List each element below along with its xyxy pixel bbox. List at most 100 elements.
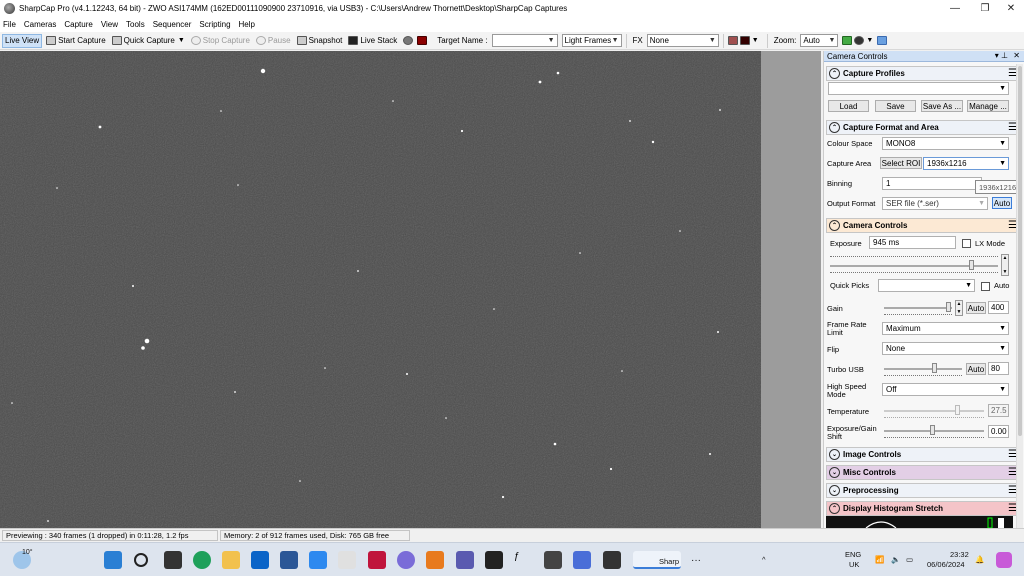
menu-tools[interactable]: Tools (126, 20, 145, 29)
app-graph-icon[interactable] (485, 551, 503, 569)
wifi-icon[interactable]: 📶 (875, 555, 884, 564)
load-profile-button[interactable]: Load (828, 100, 869, 112)
expand-icon[interactable]: ⌄ (829, 485, 840, 496)
polar-align-icon[interactable] (877, 36, 888, 45)
copilot-icon[interactable] (996, 552, 1012, 568)
edge-icon[interactable] (193, 551, 211, 569)
app-formula-icon[interactable]: ƒ (514, 551, 532, 569)
live-preview-image[interactable] (0, 51, 761, 528)
chevron-down-icon[interactable]: ▼ (178, 37, 185, 44)
clock-time[interactable]: 23:32 (950, 550, 969, 559)
frame-rate-limit-select[interactable]: Maximum ▼ (882, 322, 1009, 335)
clock-date[interactable]: 06/06/2024 (927, 560, 965, 569)
output-format-select[interactable]: SER file (*.ser) ▼ (882, 197, 988, 210)
exposure-gain-shift-slider-thumb[interactable] (930, 425, 935, 435)
quick-picks-auto-checkbox[interactable] (981, 282, 990, 291)
binning-select[interactable]: 1 (882, 177, 982, 190)
start-capture-button[interactable]: Start Capture (44, 34, 108, 48)
volume-icon[interactable]: 🔈 (891, 555, 900, 564)
language-bottom[interactable]: UK (849, 560, 859, 569)
collapse-icon[interactable]: ⌃ (829, 68, 840, 79)
section-image-controls[interactable]: ⌄ Image Controls ☰ (826, 447, 1021, 462)
expand-icon[interactable]: ⌄ (829, 449, 840, 460)
turbo-usb-slider-track[interactable] (884, 368, 962, 370)
target-name-input[interactable]: ▼ (491, 34, 558, 47)
gain-spinner[interactable]: ▲ ▼ (955, 300, 963, 316)
gain-slider-thumb[interactable] (946, 302, 951, 312)
menu-view[interactable]: View (101, 20, 118, 29)
histogram-circle-icon[interactable] (403, 36, 414, 45)
exposure-gain-shift-input[interactable]: 0.00 (988, 425, 1009, 438)
app-j-icon[interactable] (368, 551, 386, 569)
gain-auto-button[interactable]: Auto (966, 302, 986, 314)
frame-type-select[interactable]: Light Frames ▼ (561, 34, 622, 47)
gain-slider-track[interactable] (884, 307, 952, 309)
live-view-button[interactable]: Live View (2, 33, 43, 48)
task-view-icon[interactable] (164, 551, 182, 569)
output-format-auto-button[interactable]: Auto (992, 197, 1012, 209)
panel-scrollbar-thumb[interactable] (1018, 66, 1022, 436)
menu-scripting[interactable]: Scripting (199, 20, 230, 29)
menu-file[interactable]: File (3, 20, 16, 29)
live-stack-button[interactable]: Live Stack (346, 34, 399, 48)
fx-select[interactable]: None ▼ (646, 34, 719, 47)
stop-capture-button[interactable]: Stop Capture (189, 34, 252, 48)
quick-picks-select[interactable]: ▼ (878, 279, 975, 292)
gain-input[interactable]: 400 (988, 301, 1009, 314)
graph-icon[interactable] (842, 36, 853, 45)
tray-chevron-icon[interactable]: ^ (762, 555, 766, 564)
exposure-spinner[interactable]: ▲ ▼ (1001, 254, 1009, 276)
close-button[interactable]: ✕ (996, 0, 1024, 17)
dark-swatch-icon[interactable] (739, 36, 750, 45)
snapshot-button[interactable]: Snapshot (295, 34, 345, 48)
word-icon[interactable] (280, 551, 298, 569)
zoom-select[interactable]: Auto ▼ (800, 34, 839, 47)
file-explorer-icon[interactable] (222, 551, 240, 569)
save-profile-button[interactable]: Save (875, 100, 916, 112)
notification-bell-icon[interactable]: 🔔 (975, 555, 984, 564)
red-filter-icon[interactable] (417, 36, 428, 45)
select-roi-button[interactable]: Select ROI (880, 157, 922, 169)
search-icon[interactable] (134, 553, 148, 567)
app-circle-icon[interactable] (397, 551, 415, 569)
flip-select[interactable]: None ▼ (882, 342, 1009, 355)
pause-button[interactable]: Pause (254, 34, 293, 48)
more-apps-icon[interactable]: ··· (691, 555, 701, 566)
start-icon[interactable] (104, 551, 122, 569)
section-preprocessing[interactable]: ⌄ Preprocessing ☰ (826, 483, 1021, 498)
minimize-button[interactable]: — (940, 0, 970, 17)
pin-icon[interactable]: ▾ ⊥ (995, 51, 1008, 60)
menu-sequencer[interactable]: Sequencer (153, 20, 192, 29)
color-swatch-icon[interactable] (727, 36, 738, 45)
app-fc-icon[interactable] (426, 551, 444, 569)
section-camera-controls[interactable]: ⌃ Camera Controls ☰ (826, 218, 1021, 233)
reticle-icon[interactable] (854, 36, 865, 45)
chevron-down-icon[interactable]: ▼ (957, 309, 962, 315)
remote-desktop-icon[interactable] (309, 551, 327, 569)
turbo-usb-auto-button[interactable]: Auto (966, 363, 986, 375)
turbo-usb-input[interactable]: 80 (988, 362, 1009, 375)
chevron-up-icon[interactable]: ▲ (1003, 255, 1008, 261)
panel-scrollbar[interactable] (1016, 64, 1023, 528)
collapse-icon[interactable]: ⌃ (829, 122, 840, 133)
menu-cameras[interactable]: Cameras (24, 20, 56, 29)
exposure-slider-thumb[interactable] (969, 260, 974, 270)
chevron-down-icon[interactable]: ▼ (866, 37, 873, 44)
quick-capture-button[interactable]: Quick Capture ▼ (110, 34, 187, 48)
lx-mode-checkbox[interactable] (962, 239, 971, 248)
battery-icon[interactable]: ▭ (906, 555, 913, 564)
capture-area-select[interactable]: 1936x1216 ▼ (923, 157, 1009, 170)
outlook-icon[interactable] (251, 551, 269, 569)
collapse-icon[interactable]: ⌃ (829, 220, 840, 231)
section-capture-profiles[interactable]: ⌃ Capture Profiles ☰ (826, 66, 1021, 81)
language-top[interactable]: ENG (845, 550, 861, 559)
notepad-icon[interactable] (338, 551, 356, 569)
high-speed-mode-select[interactable]: Off ▼ (882, 383, 1009, 396)
turbo-usb-slider-thumb[interactable] (932, 363, 937, 373)
section-capture-format[interactable]: ⌃ Capture Format and Area ☰ (826, 120, 1021, 135)
section-display-histogram-stretch[interactable]: ⌃ Display Histogram Stretch ☰ (826, 501, 1021, 516)
capture-profile-select[interactable]: ▼ (828, 82, 1009, 95)
chevron-down-icon[interactable]: ▼ (752, 37, 759, 44)
section-misc-controls[interactable]: ⌄ Misc Controls ☰ (826, 465, 1021, 480)
collapse-icon[interactable]: ⌃ (829, 503, 840, 514)
